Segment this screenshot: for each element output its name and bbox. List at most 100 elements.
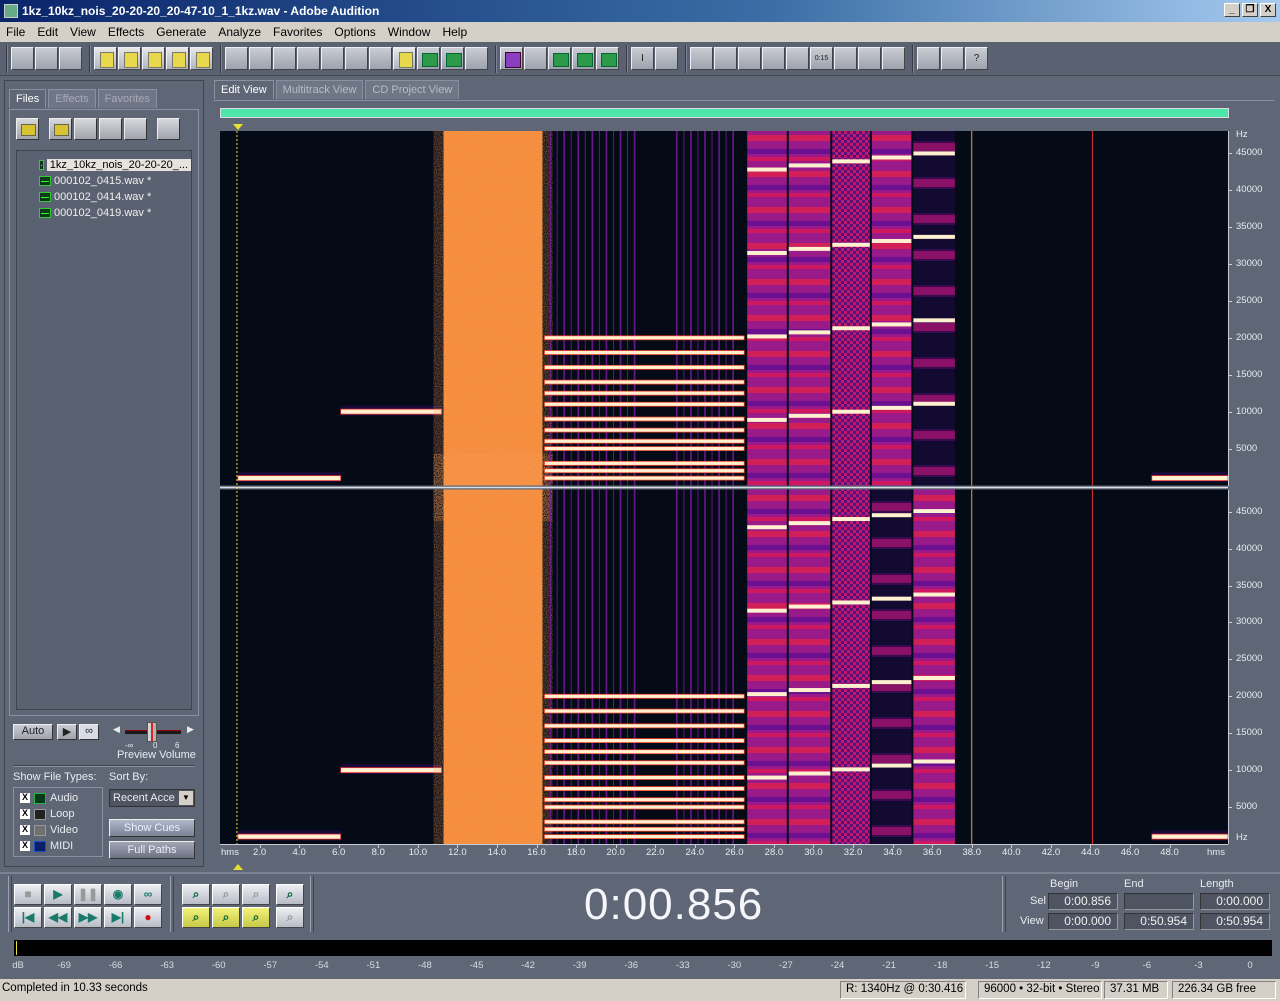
play-icon[interactable]: ▶ xyxy=(44,884,72,905)
help-icon[interactable]: ? xyxy=(965,47,988,70)
multitrack-view-icon[interactable] xyxy=(35,47,58,70)
cd-view-icon[interactable] xyxy=(59,47,82,70)
zoom-to-right-icon[interactable]: ⌕ xyxy=(242,907,270,928)
zoom-full-icon[interactable]: ⌕ xyxy=(242,884,270,905)
zoom-to-selection-icon[interactable]: ⌕ xyxy=(212,907,240,928)
tab-effects[interactable]: Effects xyxy=(48,89,96,108)
zoom-out-horizontal-icon[interactable]: ⌕ xyxy=(212,884,240,905)
menu-edit[interactable]: Edit xyxy=(31,25,64,39)
tab-files[interactable]: Files xyxy=(9,89,47,108)
restore-button[interactable]: ❐ xyxy=(1242,3,1258,17)
convert-sample-type-icon[interactable] xyxy=(417,47,440,70)
save-icon[interactable] xyxy=(142,47,165,70)
go-to-start-icon[interactable]: |◀ xyxy=(14,907,42,928)
right-channel-icon[interactable] xyxy=(572,47,595,70)
status-bar-icon[interactable] xyxy=(882,47,905,70)
status-format[interactable]: 96000 • 32-bit • Stereo xyxy=(978,981,1102,999)
time-selection-icon[interactable]: I xyxy=(631,47,654,70)
zoom-in-vertical-icon[interactable]: ⌕ xyxy=(276,884,304,905)
tab-favorites[interactable]: Favorites xyxy=(97,89,157,108)
time-window-icon[interactable]: 0:15 xyxy=(810,47,833,70)
open-file-icon[interactable] xyxy=(16,118,39,140)
undo-icon[interactable] xyxy=(225,47,248,70)
spectrogram[interactable] xyxy=(220,131,1228,844)
file-item[interactable]: 000102_0414.wav * xyxy=(17,189,191,205)
settings-icon[interactable] xyxy=(917,47,940,70)
menu-analyze[interactable]: Analyze xyxy=(212,25,267,39)
copy-icon[interactable] xyxy=(321,47,344,70)
tab-edit-view[interactable]: Edit View xyxy=(214,80,274,99)
mix-paste-icon[interactable] xyxy=(297,47,320,70)
full-paths-button[interactable]: Full Paths xyxy=(109,841,195,859)
script-icon[interactable] xyxy=(941,47,964,70)
zoom-to-left-icon[interactable]: ⌕ xyxy=(182,907,210,928)
cursor-marker-top-icon[interactable] xyxy=(233,124,243,130)
insert-cd-icon[interactable] xyxy=(99,118,122,140)
overview-bar[interactable] xyxy=(220,108,1229,118)
play-to-end-icon[interactable]: ◉ xyxy=(104,884,132,905)
menu-options[interactable]: Options xyxy=(328,25,381,39)
files-window-icon[interactable] xyxy=(690,47,713,70)
both-channels-icon[interactable] xyxy=(596,47,619,70)
volume-right-arrow-icon[interactable]: ▶ xyxy=(187,724,194,735)
sel-length-field[interactable]: 0:00.000 xyxy=(1200,893,1270,910)
audio-checkbox[interactable]: X xyxy=(20,793,30,803)
effects-window-icon[interactable] xyxy=(714,47,737,70)
transport-window-icon[interactable] xyxy=(762,47,785,70)
repeat-last-icon[interactable] xyxy=(273,47,296,70)
menu-effects[interactable]: Effects xyxy=(102,25,150,39)
favorites-window-icon[interactable] xyxy=(738,47,761,70)
preview-volume-slider[interactable] xyxy=(147,722,157,742)
new-file-icon[interactable] xyxy=(94,47,117,70)
file-type-video[interactable]: X Video xyxy=(14,822,102,838)
menu-help[interactable]: Help xyxy=(436,25,473,39)
open-file-icon[interactable] xyxy=(118,47,141,70)
stop-icon[interactable]: ■ xyxy=(14,884,42,905)
insert-multitrack-icon[interactable] xyxy=(74,118,97,140)
midi-checkbox[interactable]: X xyxy=(20,841,30,851)
preview-loop-button[interactable]: ∞ xyxy=(79,724,99,740)
view-length-field[interactable]: 0:50.954 xyxy=(1200,913,1270,930)
menu-favorites[interactable]: Favorites xyxy=(267,25,328,39)
sel-begin-field[interactable]: 0:00.856 xyxy=(1048,893,1118,910)
view-end-field[interactable]: 0:50.954 xyxy=(1124,913,1194,930)
paste-icon[interactable] xyxy=(369,47,392,70)
close-button[interactable]: X xyxy=(1260,3,1276,17)
spectral-view-icon[interactable] xyxy=(500,47,523,70)
auto-play-button[interactable]: Auto xyxy=(13,724,53,740)
loop-checkbox[interactable]: X xyxy=(20,809,30,819)
edit-file-icon[interactable] xyxy=(124,118,147,140)
file-type-midi[interactable]: X MIDI xyxy=(14,838,102,854)
go-to-end-icon[interactable]: ▶| xyxy=(104,907,132,928)
file-type-audio[interactable]: X Audio xyxy=(14,790,102,806)
video-checkbox[interactable]: X xyxy=(20,825,30,835)
tab-cd-project-view[interactable]: CD Project View xyxy=(365,80,460,99)
file-item[interactable]: 1kz_10kz_nois_20-20-20_... xyxy=(17,157,191,173)
record-icon[interactable]: ● xyxy=(134,907,162,928)
show-cues-button[interactable]: Show Cues xyxy=(109,819,195,837)
pause-icon[interactable]: ❚❚ xyxy=(74,884,102,905)
preview-play-button[interactable]: ▶ xyxy=(57,724,77,740)
minimize-button[interactable]: _ xyxy=(1224,3,1240,17)
close-file-icon[interactable] xyxy=(49,118,72,140)
redo-icon[interactable] xyxy=(249,47,272,70)
file-type-loop[interactable]: X Loop xyxy=(14,806,102,822)
zoom-in-horizontal-icon[interactable]: ⌕ xyxy=(182,884,210,905)
menu-file[interactable]: File xyxy=(0,25,31,39)
level-meter-icon[interactable] xyxy=(858,47,881,70)
app-icon[interactable] xyxy=(4,4,18,18)
cut-icon[interactable] xyxy=(345,47,368,70)
zoom-window-icon[interactable] xyxy=(786,47,809,70)
auto-play-options-icon[interactable] xyxy=(157,118,180,140)
copy-to-new-icon[interactable] xyxy=(393,47,416,70)
selection-window-icon[interactable] xyxy=(834,47,857,70)
menu-view[interactable]: View xyxy=(64,25,102,39)
waveform-icon[interactable] xyxy=(524,47,547,70)
chevron-down-icon[interactable]: ▼ xyxy=(179,791,193,805)
save-as-icon[interactable] xyxy=(166,47,189,70)
cursor-marker-bottom-icon[interactable] xyxy=(233,864,243,870)
fast-forward-icon[interactable]: ▶▶ xyxy=(74,907,102,928)
mark-icon[interactable] xyxy=(441,47,464,70)
left-channel-icon[interactable] xyxy=(548,47,571,70)
sort-by-select[interactable]: Recent Acce ▼ xyxy=(109,789,195,807)
